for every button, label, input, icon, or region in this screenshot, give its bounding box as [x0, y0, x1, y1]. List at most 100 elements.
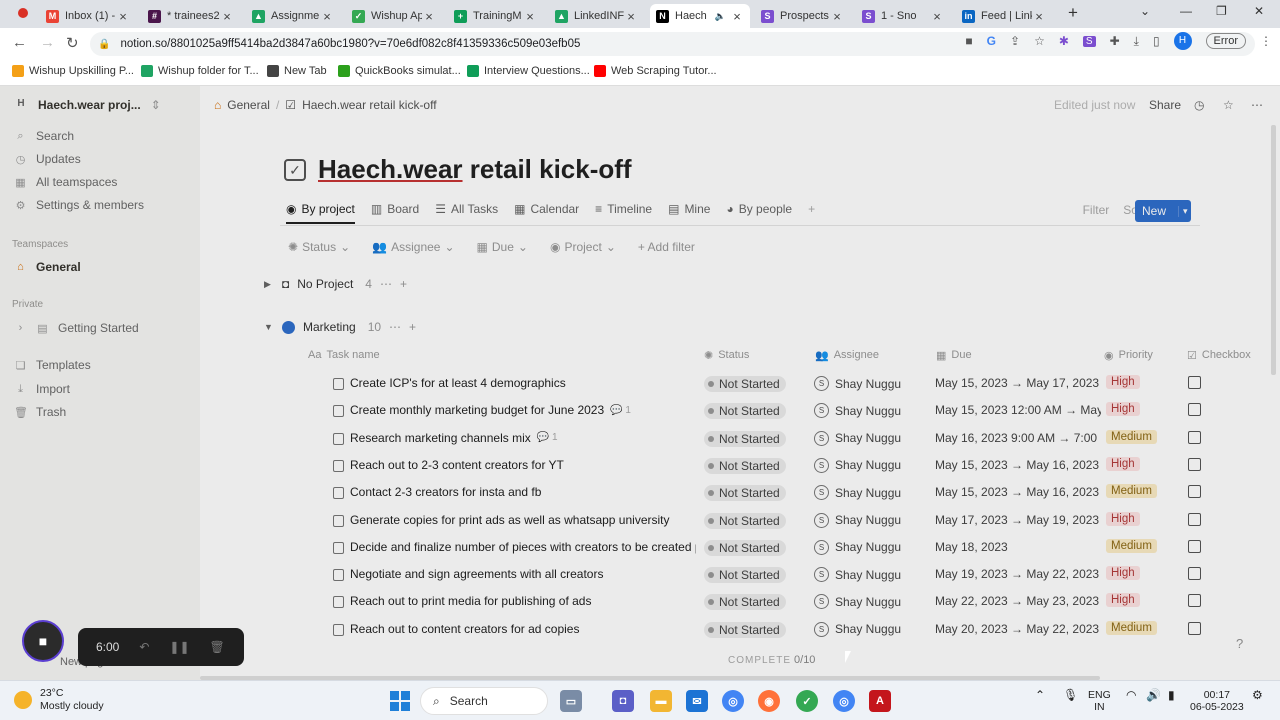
column-header-status[interactable]: ✺ Status: [704, 348, 749, 362]
speaker-icon[interactable]: 🔈: [715, 11, 726, 22]
task-name-cell[interactable]: Research marketing channels mix 💬 1: [334, 431, 696, 445]
due-cell[interactable]: May 19, 2023 → May 22, 2023: [935, 567, 1101, 581]
browser-tab[interactable]: ▲ Assignmen ×: [246, 4, 340, 28]
url-text[interactable]: notion.so/8801025a9ff5414ba2d3847a60bc19…: [120, 38, 580, 50]
chrome-active-icon[interactable]: ◎: [833, 690, 855, 712]
column-header-task-name[interactable]: Aa Task name: [308, 348, 380, 362]
due-cell[interactable]: May 15, 2023 → May 16, 2023: [935, 458, 1101, 472]
table-row[interactable]: Create monthly marketing budget for June…: [300, 397, 1240, 424]
priority-badge[interactable]: High: [1106, 375, 1140, 389]
status-cell[interactable]: Not Started: [704, 485, 786, 502]
view-tab[interactable]: ▤ Mine: [668, 202, 710, 216]
bookmark-item[interactable]: Wishup Upskilling P...: [12, 65, 134, 77]
assignee-cell[interactable]: S Shay Nuggu: [814, 376, 901, 391]
close-window-button[interactable]: ✕: [1254, 4, 1264, 18]
file-explorer-icon[interactable]: ▬: [650, 690, 672, 712]
collapse-triangle-icon[interactable]: ▼: [264, 322, 274, 332]
back-icon[interactable]: ←: [12, 34, 27, 51]
column-header-priority[interactable]: ◉ Priority: [1104, 348, 1153, 362]
assignee-cell[interactable]: S Shay Nuggu: [814, 430, 901, 446]
favorite-star-icon[interactable]: ☆: [1223, 98, 1234, 112]
task-checkbox[interactable]: [1188, 485, 1201, 499]
filter-chip[interactable]: ✺ Status ⌄: [288, 240, 350, 254]
close-tab-icon[interactable]: ×: [422, 9, 436, 24]
breadcrumb-item-general[interactable]: General: [227, 98, 270, 112]
priority-badge[interactable]: High: [1106, 511, 1140, 526]
filter-chip[interactable]: 👥 Assignee ⌄: [372, 240, 454, 254]
minimize-button[interactable]: —: [1180, 4, 1192, 18]
status-cell[interactable]: Not Started: [704, 376, 786, 392]
assignee-cell[interactable]: S Shay Nuggu: [814, 457, 901, 473]
filter-button[interactable]: Filter: [1083, 203, 1110, 217]
view-tab[interactable]: ◉ By project: [286, 202, 355, 224]
sidebar-item-trash[interactable]: 🗑 Trash: [14, 405, 66, 419]
close-tab-icon[interactable]: ×: [830, 9, 844, 24]
due-cell[interactable]: May 17, 2023 → May 19, 2023: [935, 513, 1101, 527]
task-checkbox[interactable]: [1188, 512, 1201, 526]
filter-chip[interactable]: + Add filter: [638, 240, 695, 254]
s-extension-icon[interactable]: S: [1082, 35, 1096, 47]
browser-tab[interactable]: ▲ LinkedINF ×: [549, 4, 644, 28]
table-row[interactable]: Generate copies for print ads as well as…: [300, 507, 1240, 534]
puzzle-icon[interactable]: ✚: [1110, 34, 1120, 48]
add-icon[interactable]: +: [409, 320, 416, 334]
assignee-cell[interactable]: S Shay Nuggu: [814, 539, 901, 555]
priority-badge[interactable]: High: [1106, 402, 1140, 417]
close-tab-icon[interactable]: ×: [523, 9, 537, 24]
page-heading[interactable]: Haech.wear retail kick-off: [318, 154, 632, 185]
reload-icon[interactable]: ↻: [66, 34, 79, 52]
column-header-due[interactable]: ▦ Due: [936, 348, 972, 362]
clock[interactable]: 00:17 06-05-2023: [1190, 689, 1244, 713]
widgets-icon[interactable]: ▭: [560, 690, 582, 712]
task-checkbox[interactable]: [1188, 539, 1201, 553]
group-marketing[interactable]: ▼ Marketing 10 ⋯ +: [264, 320, 416, 334]
workspace-switcher[interactable]: H Haech.wear proj... ⇕: [14, 98, 160, 112]
column-header-checkbox[interactable]: ☑ Checkbox: [1187, 348, 1251, 362]
sidebar-item-import[interactable]: ⤓ Import: [14, 382, 70, 396]
status-cell[interactable]: Not Started: [704, 567, 786, 584]
camera-icon[interactable]: ■: [965, 34, 972, 48]
table-row[interactable]: Decide and finalize number of pieces wit…: [300, 534, 1240, 561]
firefox-icon[interactable]: ◉: [758, 690, 780, 712]
assignee-cell[interactable]: S Shay Nuggu: [814, 485, 901, 501]
weather-widget[interactable]: 23°C Mostly cloudy: [14, 687, 104, 713]
due-cell[interactable]: May 16, 2023 9:00 AM → 7:00 P: [935, 431, 1101, 445]
view-tab[interactable]: ≡ Timeline: [595, 202, 652, 216]
browser-tab[interactable]: M Inbox (1) - ×: [40, 4, 136, 28]
teams-chat-icon[interactable]: ◘: [612, 690, 634, 712]
acrobat-icon[interactable]: A: [869, 690, 891, 712]
sidebar-item-search[interactable]: ⌕ Search: [14, 129, 74, 143]
task-checkbox[interactable]: [1188, 403, 1201, 417]
priority-badge[interactable]: Medium: [1106, 620, 1157, 635]
microphone-icon[interactable]: 🎙: [1063, 689, 1078, 701]
more-icon[interactable]: ⋯: [389, 320, 401, 334]
menu-icon[interactable]: ⋮: [1260, 34, 1272, 48]
sidebar-item-updates[interactable]: ◷ Updates: [14, 152, 81, 166]
table-row[interactable]: Research marketing channels mix 💬 1 Not St…: [300, 425, 1240, 452]
view-tab[interactable]: ▥ Board: [371, 202, 419, 216]
add-view-icon[interactable]: +: [808, 202, 815, 216]
sidebar-item-general[interactable]: ⌂ General: [14, 260, 81, 274]
column-header-assignee[interactable]: 👥 Assignee: [815, 348, 879, 362]
language-indicator[interactable]: ENG IN: [1088, 689, 1111, 713]
status-cell[interactable]: Not Started: [704, 621, 786, 638]
table-row[interactable]: Reach out to print media for publishing …: [300, 588, 1240, 615]
due-cell[interactable]: May 20, 2023 → May 22, 2023: [935, 622, 1101, 636]
add-icon[interactable]: +: [400, 277, 407, 291]
bookmark-item[interactable]: New Tab: [267, 65, 327, 77]
browser-tab[interactable]: S Prospects ×: [755, 4, 850, 28]
share-icon[interactable]: ⇪: [1010, 34, 1020, 48]
task-name-cell[interactable]: Negotiate and sign agreements with all c…: [334, 567, 696, 581]
help-icon[interactable]: ?: [1236, 636, 1243, 651]
battery-icon[interactable]: ▮: [1168, 689, 1175, 701]
priority-badge[interactable]: Medium: [1106, 484, 1157, 499]
task-name-cell[interactable]: Contact 2-3 creators for insta and fb: [334, 485, 696, 499]
priority-badge[interactable]: High: [1106, 566, 1140, 581]
maximize-button[interactable]: ❐: [1216, 4, 1227, 18]
volume-icon[interactable]: 🔊: [1146, 689, 1161, 701]
tray-overflow-icon[interactable]: ⌃: [1035, 689, 1045, 701]
browser-tab[interactable]: # * trainees2 ×: [142, 4, 240, 28]
new-tab-button[interactable]: +: [1068, 3, 1078, 23]
close-tab-icon[interactable]: ×: [624, 9, 638, 24]
error-button[interactable]: Error: [1205, 33, 1246, 49]
